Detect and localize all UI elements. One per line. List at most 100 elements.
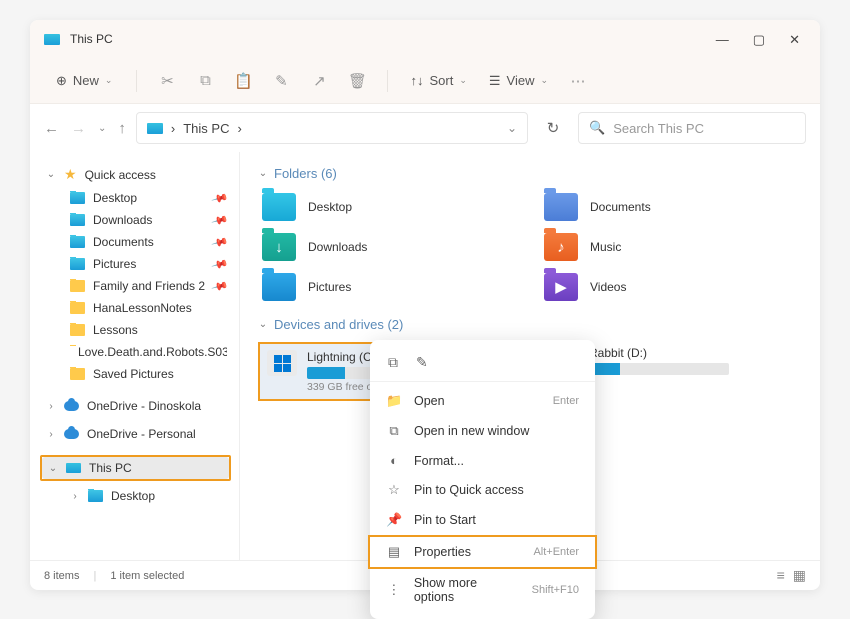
sidebar-item-pictures[interactable]: Pictures 📌 — [40, 253, 233, 275]
sidebar-quick-access[interactable]: ⌄ ★ Quick access — [40, 162, 233, 187]
section-header-label: Folders (6) — [274, 166, 337, 181]
downloads-icon — [70, 214, 85, 226]
chevron-down-icon[interactable]: ⌄ — [507, 121, 517, 135]
music-folder-icon: ♪ — [544, 233, 578, 261]
ctx-item-label: Properties — [414, 545, 471, 559]
sidebar-item-label: Pictures — [93, 257, 136, 271]
sidebar-item-label: Documents — [93, 235, 154, 249]
plus-icon: ⊕ — [56, 73, 67, 89]
sidebar-item-desktop[interactable]: Desktop📌 — [40, 187, 233, 209]
folder-label: Pictures — [308, 280, 351, 294]
chevron-down-icon: ⌄ — [48, 463, 58, 474]
forward-button[interactable]: → — [71, 120, 86, 137]
refresh-button[interactable]: ↻ — [538, 119, 568, 137]
onedrive-icon — [64, 401, 79, 411]
folders-grid: Desktop Documents ↓Downloads ♪Music Pict… — [258, 191, 802, 303]
sidebar-item-folder[interactable]: Family and Friends 2📌 — [40, 275, 233, 297]
thispc-icon — [147, 123, 163, 134]
share-icon[interactable]: ↗ — [305, 67, 333, 95]
sidebar-item-folder[interactable]: Saved Pictures — [40, 363, 233, 385]
sidebar-item-label: Desktop — [93, 191, 137, 205]
drives-section-header[interactable]: ⌄ Devices and drives (2) — [258, 317, 802, 332]
downloads-folder-icon: ↓ — [262, 233, 296, 261]
sidebar-label: This PC — [89, 461, 132, 475]
back-button[interactable]: ← — [44, 120, 59, 137]
close-button[interactable]: ✕ — [789, 33, 800, 46]
chevron-right-icon: › — [46, 401, 56, 412]
up-button[interactable]: ↑ — [118, 120, 126, 137]
new-button[interactable]: ⊕ New ⌄ — [48, 67, 120, 95]
copy-icon[interactable]: ⧉ — [388, 354, 398, 371]
view-button[interactable]: ☰ View ⌄ — [483, 69, 554, 93]
ctx-item-label: Open — [414, 394, 445, 408]
folder-music[interactable]: ♪Music — [540, 231, 802, 263]
sidebar-item-folder[interactable]: Lessons — [40, 319, 233, 341]
copy-icon[interactable]: ⧉ — [191, 67, 219, 95]
icons-view-toggle[interactable]: ▦ — [793, 567, 806, 584]
ctx-properties[interactable]: ▤PropertiesAlt+Enter — [368, 535, 597, 569]
desktop-icon — [70, 192, 85, 204]
minimize-button[interactable]: — — [716, 33, 729, 46]
sidebar-item-folder[interactable]: Love.Death.and.Robots.S03.10 — [40, 341, 233, 363]
rename-icon[interactable]: ✎ — [416, 354, 428, 371]
sidebar-thispc-desktop[interactable]: ›Desktop — [40, 485, 233, 507]
ctx-open-new-window[interactable]: ⧉ Open in new window — [370, 416, 595, 446]
folder-icon: 📁 — [386, 393, 402, 409]
thispc-icon — [66, 463, 81, 473]
delete-icon[interactable]: 🗑 — [343, 67, 371, 95]
breadcrumb[interactable]: › This PC › ⌄ — [136, 112, 528, 144]
sidebar-label: OneDrive - Personal — [87, 427, 196, 441]
folder-documents[interactable]: Documents — [540, 191, 802, 223]
folder-icon — [70, 324, 85, 336]
sidebar-onedrive-personal[interactable]: › OneDrive - Personal — [40, 423, 233, 445]
sidebar-onedrive-work[interactable]: › OneDrive - Dinoskola — [40, 395, 233, 417]
context-menu: ⧉ ✎ 📁 Open Enter ⧉ Open in new window ◐Form… — [370, 340, 595, 619]
maximize-button[interactable]: ▢ — [753, 33, 765, 46]
ctx-pin-quick-access[interactable]: ☆Pin to Quick access — [370, 475, 595, 505]
pin-icon: 📌 — [211, 255, 229, 273]
search-placeholder: Search This PC — [613, 121, 704, 136]
navigation-pane: ⌄ ★ Quick access Desktop📌 Downloads📌 Doc… — [30, 152, 240, 560]
more-icon[interactable]: ⋯ — [564, 67, 592, 95]
sidebar-item-downloads[interactable]: Downloads📌 — [40, 209, 233, 231]
view-button-label: View — [507, 73, 535, 88]
paste-icon[interactable]: 📋 — [229, 67, 257, 95]
pictures-icon — [70, 258, 85, 270]
open-new-window-icon: ⧉ — [386, 423, 402, 439]
ctx-item-label: Pin to Quick access — [414, 483, 524, 497]
breadcrumb-location[interactable]: This PC — [183, 121, 229, 136]
folder-pictures[interactable]: Pictures — [258, 271, 520, 303]
sidebar-item-label: Family and Friends 2 — [93, 279, 205, 293]
search-input[interactable]: 🔍 Search This PC — [578, 112, 806, 144]
sidebar-label: Quick access — [85, 168, 156, 182]
folders-section-header[interactable]: ⌄ Folders (6) — [258, 166, 802, 181]
details-view-toggle[interactable]: ≡ — [777, 567, 785, 584]
documents-icon — [70, 236, 85, 248]
folder-downloads[interactable]: ↓Downloads — [258, 231, 520, 263]
drive-name: Rabbit (D:) — [589, 346, 798, 360]
window-controls: — ▢ ✕ — [716, 33, 806, 46]
ctx-pin-start[interactable]: 📌Pin to Start — [370, 505, 595, 535]
ctx-open[interactable]: 📁 Open Enter — [370, 386, 595, 416]
cut-icon[interactable]: ✂ — [153, 67, 181, 95]
sidebar-item-folder[interactable]: HanaLessonNotes — [40, 297, 233, 319]
nav-arrows: ← → ⌄ ↑ — [44, 120, 126, 137]
sort-button[interactable]: ↑↓ Sort ⌄ — [404, 69, 472, 92]
sidebar-item-documents[interactable]: Documents📌 — [40, 231, 233, 253]
ctx-shortcut: Enter — [553, 395, 579, 407]
recent-dropdown[interactable]: ⌄ — [98, 123, 106, 134]
sidebar-this-pc[interactable]: ⌄ This PC — [42, 457, 229, 479]
folder-label: Desktop — [308, 200, 352, 214]
desktop-icon — [88, 490, 103, 502]
command-bar: ⊕ New ⌄ ✂ ⧉ 📋 ✎ ↗ 🗑 ↑↓ Sort ⌄ ☰ View ⌄ ⋯ — [30, 58, 820, 104]
documents-folder-icon — [544, 193, 578, 221]
search-icon: 🔍 — [589, 120, 605, 136]
folder-desktop[interactable]: Desktop — [258, 191, 520, 223]
rename-icon[interactable]: ✎ — [267, 67, 295, 95]
breadcrumb-sep: › — [171, 121, 175, 136]
folder-videos[interactable]: ▶Videos — [540, 271, 802, 303]
chevron-down-icon: ⌄ — [258, 319, 268, 330]
ctx-item-label: Open in new window — [414, 424, 529, 438]
sort-button-label: Sort — [429, 73, 453, 88]
ctx-format[interactable]: ◐Format... — [370, 446, 595, 475]
